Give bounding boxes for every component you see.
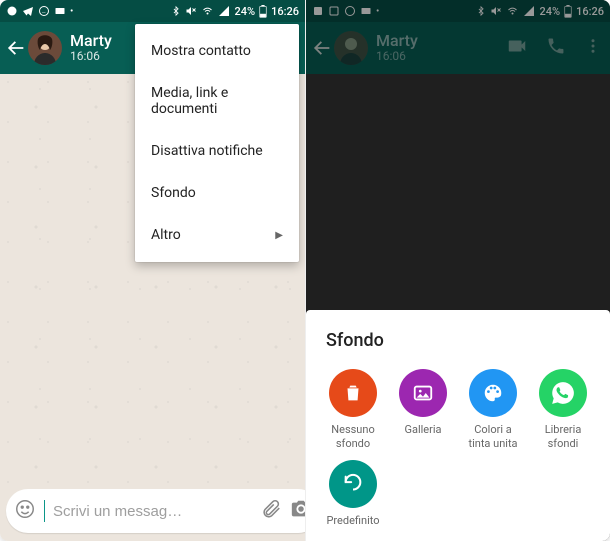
avatar[interactable] <box>28 31 62 65</box>
whatsapp-icon <box>344 5 356 17</box>
image-icon <box>412 382 434 404</box>
option-gallery[interactable]: Galleria <box>390 369 456 449</box>
phone-icon <box>546 36 566 56</box>
message-input[interactable] <box>53 503 252 520</box>
clock: 16:26 <box>271 5 299 18</box>
arrow-left-icon <box>5 37 27 59</box>
option-label: Nessuno sfondo <box>331 423 374 449</box>
contact-name: Marty <box>376 32 506 50</box>
signal-icon <box>523 5 535 17</box>
signal-icon <box>218 5 230 17</box>
option-wallpaper-lib[interactable]: Libreria sfondi <box>530 369 596 449</box>
screen-chat-menu: • 24% 16:26 Marty 16:06 <box>0 0 305 541</box>
menu-item-label: Sfondo <box>151 185 196 201</box>
text-cursor <box>44 500 45 522</box>
voice-call-button[interactable] <box>546 36 566 60</box>
chevron-right-icon: ▶ <box>275 230 283 241</box>
menu-more[interactable]: Altro ▶ <box>135 214 299 256</box>
trash-icon <box>342 382 364 404</box>
battery-pct: 24% <box>539 5 560 18</box>
wallpaper-sheet: Sfondo Nessuno sfondo Galleria Colori a … <box>306 310 610 541</box>
more-vert-icon <box>584 35 602 57</box>
emoji-button[interactable] <box>14 498 36 524</box>
whatsapp-icon <box>550 380 576 406</box>
contact-last-seen: 16:06 <box>376 50 506 64</box>
camera-icon <box>290 498 305 520</box>
option-label: Galleria <box>404 423 441 436</box>
chat-header: Marty 16:06 <box>306 22 610 74</box>
telegram-icon <box>22 5 34 17</box>
menu-media[interactable]: Media, link e documenti <box>135 72 299 130</box>
bluetooth-icon <box>476 5 486 17</box>
option-default[interactable]: Predefinito <box>320 460 386 527</box>
option-none[interactable]: Nessuno sfondo <box>320 369 386 449</box>
mail-icon <box>360 5 372 17</box>
composer <box>0 485 305 541</box>
sheet-title: Sfondo <box>320 330 596 351</box>
back-button[interactable] <box>4 37 28 59</box>
option-label: Colori a tinta unita <box>468 423 517 449</box>
message-input-pill[interactable] <box>6 489 305 533</box>
option-label: Libreria sfondi <box>545 423 582 449</box>
clock: 16:26 <box>576 5 604 18</box>
mail-icon <box>54 5 66 17</box>
app-icon <box>6 5 18 17</box>
palette-icon <box>482 382 504 404</box>
mute-icon <box>185 5 197 17</box>
overflow-button[interactable] <box>584 35 602 61</box>
wifi-icon <box>506 5 519 17</box>
option-solid-colors[interactable]: Colori a tinta unita <box>460 369 526 449</box>
more-notif-icon: • <box>70 6 73 17</box>
more-notif-icon: • <box>376 6 379 17</box>
menu-item-label: Media, link e documenti <box>151 85 283 117</box>
video-icon <box>506 35 528 57</box>
bluetooth-icon <box>171 5 181 17</box>
screen-wallpaper-sheet: • 24% 16:26 Marty 16:06 <box>305 0 610 541</box>
paperclip-icon <box>260 498 282 520</box>
undo-icon <box>342 473 364 495</box>
screenshot-icon <box>328 5 340 17</box>
menu-view-contact[interactable]: Mostra contatto <box>135 30 299 72</box>
status-bar: • 24% 16:26 <box>306 0 610 22</box>
arrow-left-icon <box>311 37 333 59</box>
mute-icon <box>490 5 502 17</box>
camera-button[interactable] <box>290 498 305 524</box>
option-label: Predefinito <box>326 514 379 527</box>
battery-icon <box>564 5 572 18</box>
video-call-button[interactable] <box>506 35 528 61</box>
status-bar: • 24% 16:26 <box>0 0 305 22</box>
screenshot-icon <box>312 5 324 17</box>
menu-wallpaper[interactable]: Sfondo <box>135 172 299 214</box>
smile-icon <box>14 498 36 520</box>
whatsapp-icon <box>38 5 50 17</box>
menu-item-label: Mostra contatto <box>151 43 251 59</box>
menu-item-label: Altro <box>151 227 181 243</box>
menu-item-label: Disattiva notifiche <box>151 143 263 159</box>
battery-icon <box>259 5 267 18</box>
back-button[interactable] <box>310 37 334 59</box>
avatar[interactable] <box>334 31 368 65</box>
attach-button[interactable] <box>260 498 282 524</box>
contact-info[interactable]: Marty 16:06 <box>376 32 506 64</box>
overflow-menu: Mostra contatto Media, link e documenti … <box>135 24 299 262</box>
battery-pct: 24% <box>234 5 255 18</box>
menu-mute[interactable]: Disattiva notifiche <box>135 130 299 172</box>
wifi-icon <box>201 5 214 17</box>
